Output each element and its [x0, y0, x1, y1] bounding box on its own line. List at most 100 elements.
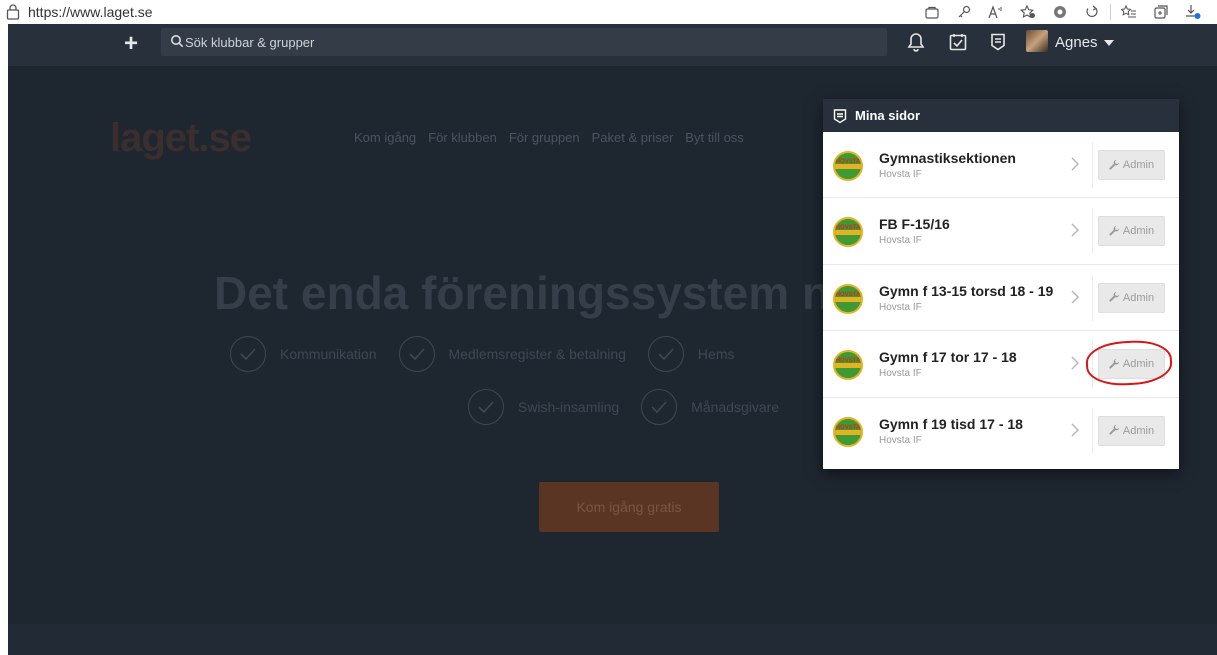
admin-label: Admin [1122, 291, 1155, 304]
menu-item-paket-priser[interactable]: Paket & priser [592, 130, 674, 145]
hovsta-if-logo-icon: HOVSTA [833, 151, 863, 181]
group-list-item[interactable]: HOVSTA Gymnastiksektionen Hovsta IF Admi… [823, 132, 1179, 199]
chevron-right-icon[interactable] [1069, 222, 1081, 238]
chevron-right-icon[interactable] [1069, 289, 1081, 305]
feature-row-2: Swish-insamling Månadsgivare [468, 389, 801, 425]
group-list-item[interactable]: HOVSTA FB F-15/16 Hovsta IF Admin [823, 198, 1179, 265]
refresh-copilot-icon[interactable] [1076, 2, 1108, 22]
hovsta-if-logo-icon: HOVSTA [833, 416, 863, 447]
admin-label: Admin [1122, 358, 1155, 371]
user-avatar[interactable] [1026, 30, 1048, 52]
get-started-button[interactable]: Kom igång gratis [539, 482, 719, 532]
feature-label: Kommunikation [280, 346, 377, 362]
my-pages-icon [833, 108, 847, 123]
browser-address-bar: https://www.laget.se [0, 0, 1217, 24]
group-club: Hovsta IF [879, 169, 922, 180]
username-label[interactable]: Agnes [1055, 34, 1098, 51]
dropdown-title: Mina sidor [855, 108, 921, 123]
feature-label: Månadsgivare [691, 399, 780, 415]
laget-logo[interactable]: laget.se [110, 116, 252, 161]
menu-item-for-klubben[interactable]: För klubben [428, 130, 497, 145]
notifications-bell-icon[interactable] [905, 30, 927, 54]
menu-item-kom-igang[interactable]: Kom igång [354, 130, 416, 145]
wrench-icon [1109, 358, 1119, 369]
check-circle-icon [230, 336, 266, 372]
row-divider [1092, 341, 1093, 388]
feature-item: Swish-insamling [468, 389, 619, 425]
chevron-right-icon[interactable] [1069, 355, 1081, 371]
feature-row-1: Kommunikation Medlemsregister & betalnin… [230, 336, 756, 372]
toolbar-separator [1110, 4, 1111, 20]
check-circle-icon [468, 389, 504, 425]
my-pages-icon[interactable] [987, 30, 1009, 54]
wrench-icon [1109, 425, 1119, 435]
read-aloud-icon[interactable] [980, 2, 1012, 22]
tasks-checkbox-icon[interactable] [947, 30, 969, 54]
admin-button[interactable]: Admin [1098, 415, 1165, 446]
admin-label: Admin [1122, 225, 1155, 238]
url-text[interactable]: https://www.laget.se [28, 4, 153, 20]
favorite-star-icon[interactable] [1012, 2, 1044, 22]
search-input[interactable] [185, 31, 875, 53]
feature-item: Kommunikation [230, 336, 377, 372]
hovsta-if-logo-icon: HOVSTA [833, 217, 863, 248]
favorites-list-icon[interactable] [1113, 2, 1145, 22]
group-name[interactable]: Gymn f 19 tisd 17 - 18 [879, 416, 1023, 432]
menu-item-for-gruppen[interactable]: För gruppen [509, 130, 580, 145]
my-pages-dropdown: Mina sidor HOVSTA Gymnastiksektionen Hov… [823, 99, 1179, 469]
lock-icon[interactable] [6, 4, 20, 20]
admin-button[interactable]: Admin [1098, 150, 1165, 180]
wrench-icon [1109, 159, 1119, 170]
group-club: Hovsta IF [879, 301, 922, 313]
check-circle-icon [398, 336, 435, 372]
main-menu: Kom igång För klubben För gruppen Paket … [354, 130, 744, 145]
group-list-item[interactable]: HOVSTA Gymn f 13-15 torsd 18 - 19 Hovsta… [823, 265, 1179, 332]
chevron-right-icon[interactable] [1069, 422, 1081, 438]
feature-label: Swish-insamling [518, 399, 620, 415]
key-icon[interactable] [948, 2, 980, 22]
feature-label: Hems [697, 346, 735, 362]
admin-button[interactable]: Admin [1098, 349, 1165, 380]
group-list-item[interactable]: HOVSTA Gymn f 19 tisd 17 - 18 Hovsta IF … [823, 398, 1179, 464]
group-club: Hovsta IF [879, 434, 922, 446]
feature-item: Månadsgivare [641, 389, 779, 425]
chevron-right-icon[interactable] [1069, 156, 1081, 172]
user-menu-caret-icon[interactable] [1104, 40, 1114, 46]
check-circle-icon [641, 389, 678, 425]
page-viewport: + Agnes laget.se Kom igång För klubben F… [8, 24, 1217, 655]
page-footer-strip [8, 624, 1217, 655]
group-club: Hovsta IF [879, 235, 922, 247]
collections-icon[interactable] [1145, 2, 1177, 22]
hovsta-if-logo-icon: HOVSTA [833, 350, 863, 381]
downloads-icon[interactable] [1177, 2, 1209, 22]
group-name[interactable]: Gymnastiksektionen [879, 150, 1016, 166]
admin-label: Admin [1122, 159, 1155, 171]
add-plus-icon[interactable]: + [124, 32, 142, 56]
row-divider [1092, 142, 1093, 188]
browser-toolbar [916, 2, 1209, 22]
check-circle-icon [647, 336, 684, 372]
admin-label: Admin [1122, 424, 1155, 437]
app-available-icon[interactable] [916, 2, 948, 22]
feature-item: Hems [647, 336, 735, 372]
feature-item: Medlemsregister & betalning [398, 336, 626, 372]
menu-item-byt-till-oss[interactable]: Byt till oss [685, 130, 744, 145]
top-navigation: + Agnes [8, 24, 1217, 66]
extension-gear-icon[interactable] [1044, 2, 1076, 22]
feature-label: Medlemsregister & betalning [448, 346, 626, 362]
group-name[interactable]: FB F-15/16 [879, 216, 950, 232]
admin-button[interactable]: Admin [1098, 282, 1165, 313]
group-list-item[interactable]: HOVSTA Gymn f 17 tor 17 - 18 Hovsta IF A… [823, 331, 1179, 398]
admin-button[interactable]: Admin [1098, 216, 1165, 247]
group-name[interactable]: Gymn f 13-15 torsd 18 - 19 [879, 283, 1053, 299]
logo-text: laget.se [110, 116, 252, 160]
group-club: Hovsta IF [879, 368, 922, 380]
hero-title: Det enda föreningssystem n [214, 267, 831, 319]
wrench-icon [1109, 225, 1119, 236]
wrench-icon [1109, 292, 1119, 302]
row-divider [1092, 208, 1093, 255]
row-divider [1092, 407, 1093, 454]
group-name[interactable]: Gymn f 17 tor 17 - 18 [879, 349, 1017, 365]
search-icon [171, 35, 184, 48]
search-box[interactable] [161, 28, 887, 56]
